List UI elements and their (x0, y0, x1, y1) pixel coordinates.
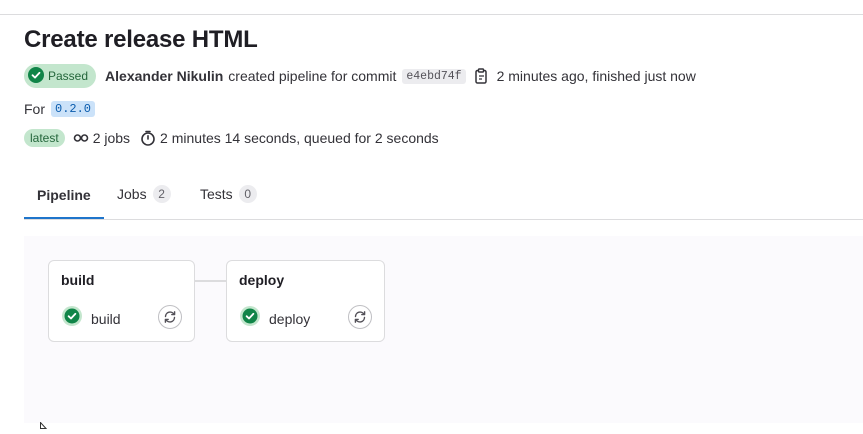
timer-icon (140, 130, 156, 146)
mouse-cursor-icon (40, 416, 48, 434)
tab-label: Pipeline (37, 186, 91, 203)
tab-label: Tests (200, 186, 233, 202)
retry-icon (163, 310, 177, 324)
stage-deploy: deploy deploy (226, 260, 385, 342)
tab-tests[interactable]: Tests 0 (200, 172, 257, 216)
for-label: For (24, 101, 45, 117)
pipeline-tabs: Pipeline Jobs 2 Tests 0 (24, 172, 863, 220)
status-success-icon (61, 305, 83, 332)
author-link[interactable]: Alexander Nikulin (105, 68, 223, 84)
ref-info: For 0.2.0 (24, 99, 96, 119)
retry-button[interactable] (158, 305, 182, 329)
page-title: Create release HTML (24, 26, 258, 53)
pipeline-jobs-icon (73, 130, 89, 146)
tests-count-badge: 0 (238, 185, 257, 203)
job-name: build (91, 310, 121, 327)
status-success-icon (28, 66, 44, 86)
tab-label: Jobs (117, 186, 147, 202)
tab-jobs[interactable]: Jobs 2 (117, 172, 171, 216)
status-label: Passed (48, 69, 89, 83)
latest-badge: latest (24, 129, 65, 147)
time-info: 2 minutes ago, finished just now (496, 68, 696, 84)
retry-button[interactable] (348, 305, 372, 329)
stage-connector (193, 280, 227, 282)
status-success-icon (239, 305, 261, 332)
jobs-count-badge: 2 (152, 185, 171, 203)
stage-build: build build (48, 260, 195, 342)
job-name: deploy (269, 310, 311, 327)
top-divider (0, 14, 863, 15)
jobs-count-text: 2 jobs (92, 130, 131, 146)
job-deploy[interactable]: deploy (239, 305, 310, 332)
job-build[interactable]: build (61, 305, 121, 332)
stage-title: deploy (239, 272, 285, 288)
copy-icon[interactable] (474, 68, 488, 84)
tab-pipeline[interactable]: Pipeline (24, 172, 104, 219)
status-badge[interactable]: Passed (24, 64, 97, 88)
retry-icon (353, 310, 367, 324)
pipeline-header-info: Passed Alexander Nikulin created pipelin… (24, 64, 696, 88)
action-text: created pipeline for commit (228, 68, 397, 84)
commit-sha-link[interactable]: e4ebd74f (402, 68, 466, 84)
pipeline-meta: latest 2 jobs 2 minutes 14 seconds, queu… (24, 128, 439, 148)
stage-title: build (61, 272, 95, 288)
duration-text: 2 minutes 14 seconds, queued for 2 secon… (160, 130, 439, 146)
ref-link[interactable]: 0.2.0 (51, 101, 96, 117)
